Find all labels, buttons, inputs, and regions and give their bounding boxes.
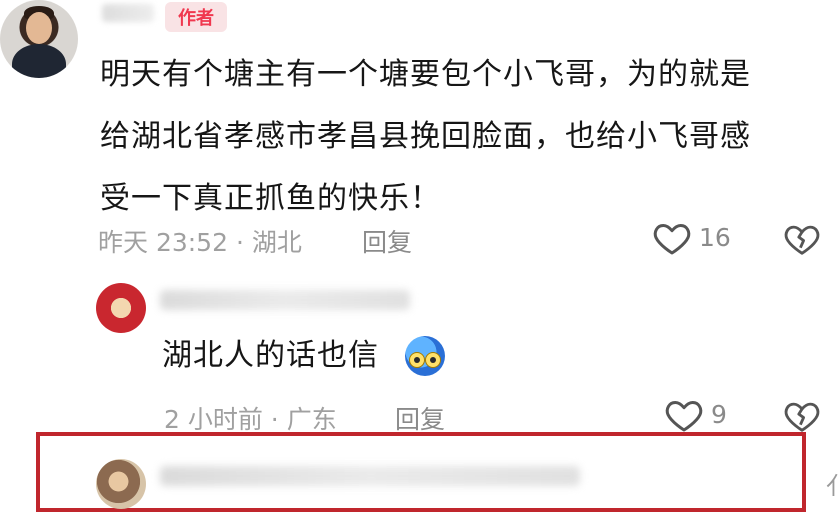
reply-reply-button[interactable]: 回复 xyxy=(395,400,445,436)
blurred-username xyxy=(102,4,154,22)
author-avatar[interactable] xyxy=(0,0,78,78)
heart-icon xyxy=(665,401,703,432)
reply-avatar[interactable] xyxy=(96,283,146,333)
comment-line: 给湖北省孝感市孝昌县挽回脸面，也给小飞哥感 xyxy=(100,119,751,154)
comment-line: 明天有个塘主有一个塘要包个小飞哥，为的就是 xyxy=(100,57,751,92)
heart-icon xyxy=(653,224,691,255)
comment-meta: 昨天 23:52 · 湖北 xyxy=(98,228,302,257)
reply-meta: 2 小时前 · 广东 xyxy=(164,405,337,434)
comment-line: 受一下真正抓鱼的快乐！ xyxy=(100,181,441,216)
reply-like-count: 9 xyxy=(711,400,727,429)
author-comment-text: 明天有个塘主有一个塘要包个小飞哥，为的就是 给湖北省孝感市孝昌县挽回脸面，也给小… xyxy=(100,44,830,230)
like-button[interactable] xyxy=(652,218,692,262)
reply-button[interactable]: 回复 xyxy=(362,223,412,259)
author-badge: 作者 xyxy=(165,2,227,32)
broken-heart-icon xyxy=(784,402,820,432)
broken-heart-icon xyxy=(784,225,820,255)
edge-glyph: 亻 xyxy=(826,472,840,500)
dislike-button[interactable] xyxy=(783,220,821,262)
third-reply-avatar[interactable] xyxy=(96,459,146,509)
reply-comment-text: 湖北人的话也信 xyxy=(162,338,379,373)
like-count: 16 xyxy=(699,223,731,252)
blue-face-emoji xyxy=(405,336,445,376)
blurred-reply-username xyxy=(160,290,410,310)
blurred-third-username xyxy=(160,466,580,486)
